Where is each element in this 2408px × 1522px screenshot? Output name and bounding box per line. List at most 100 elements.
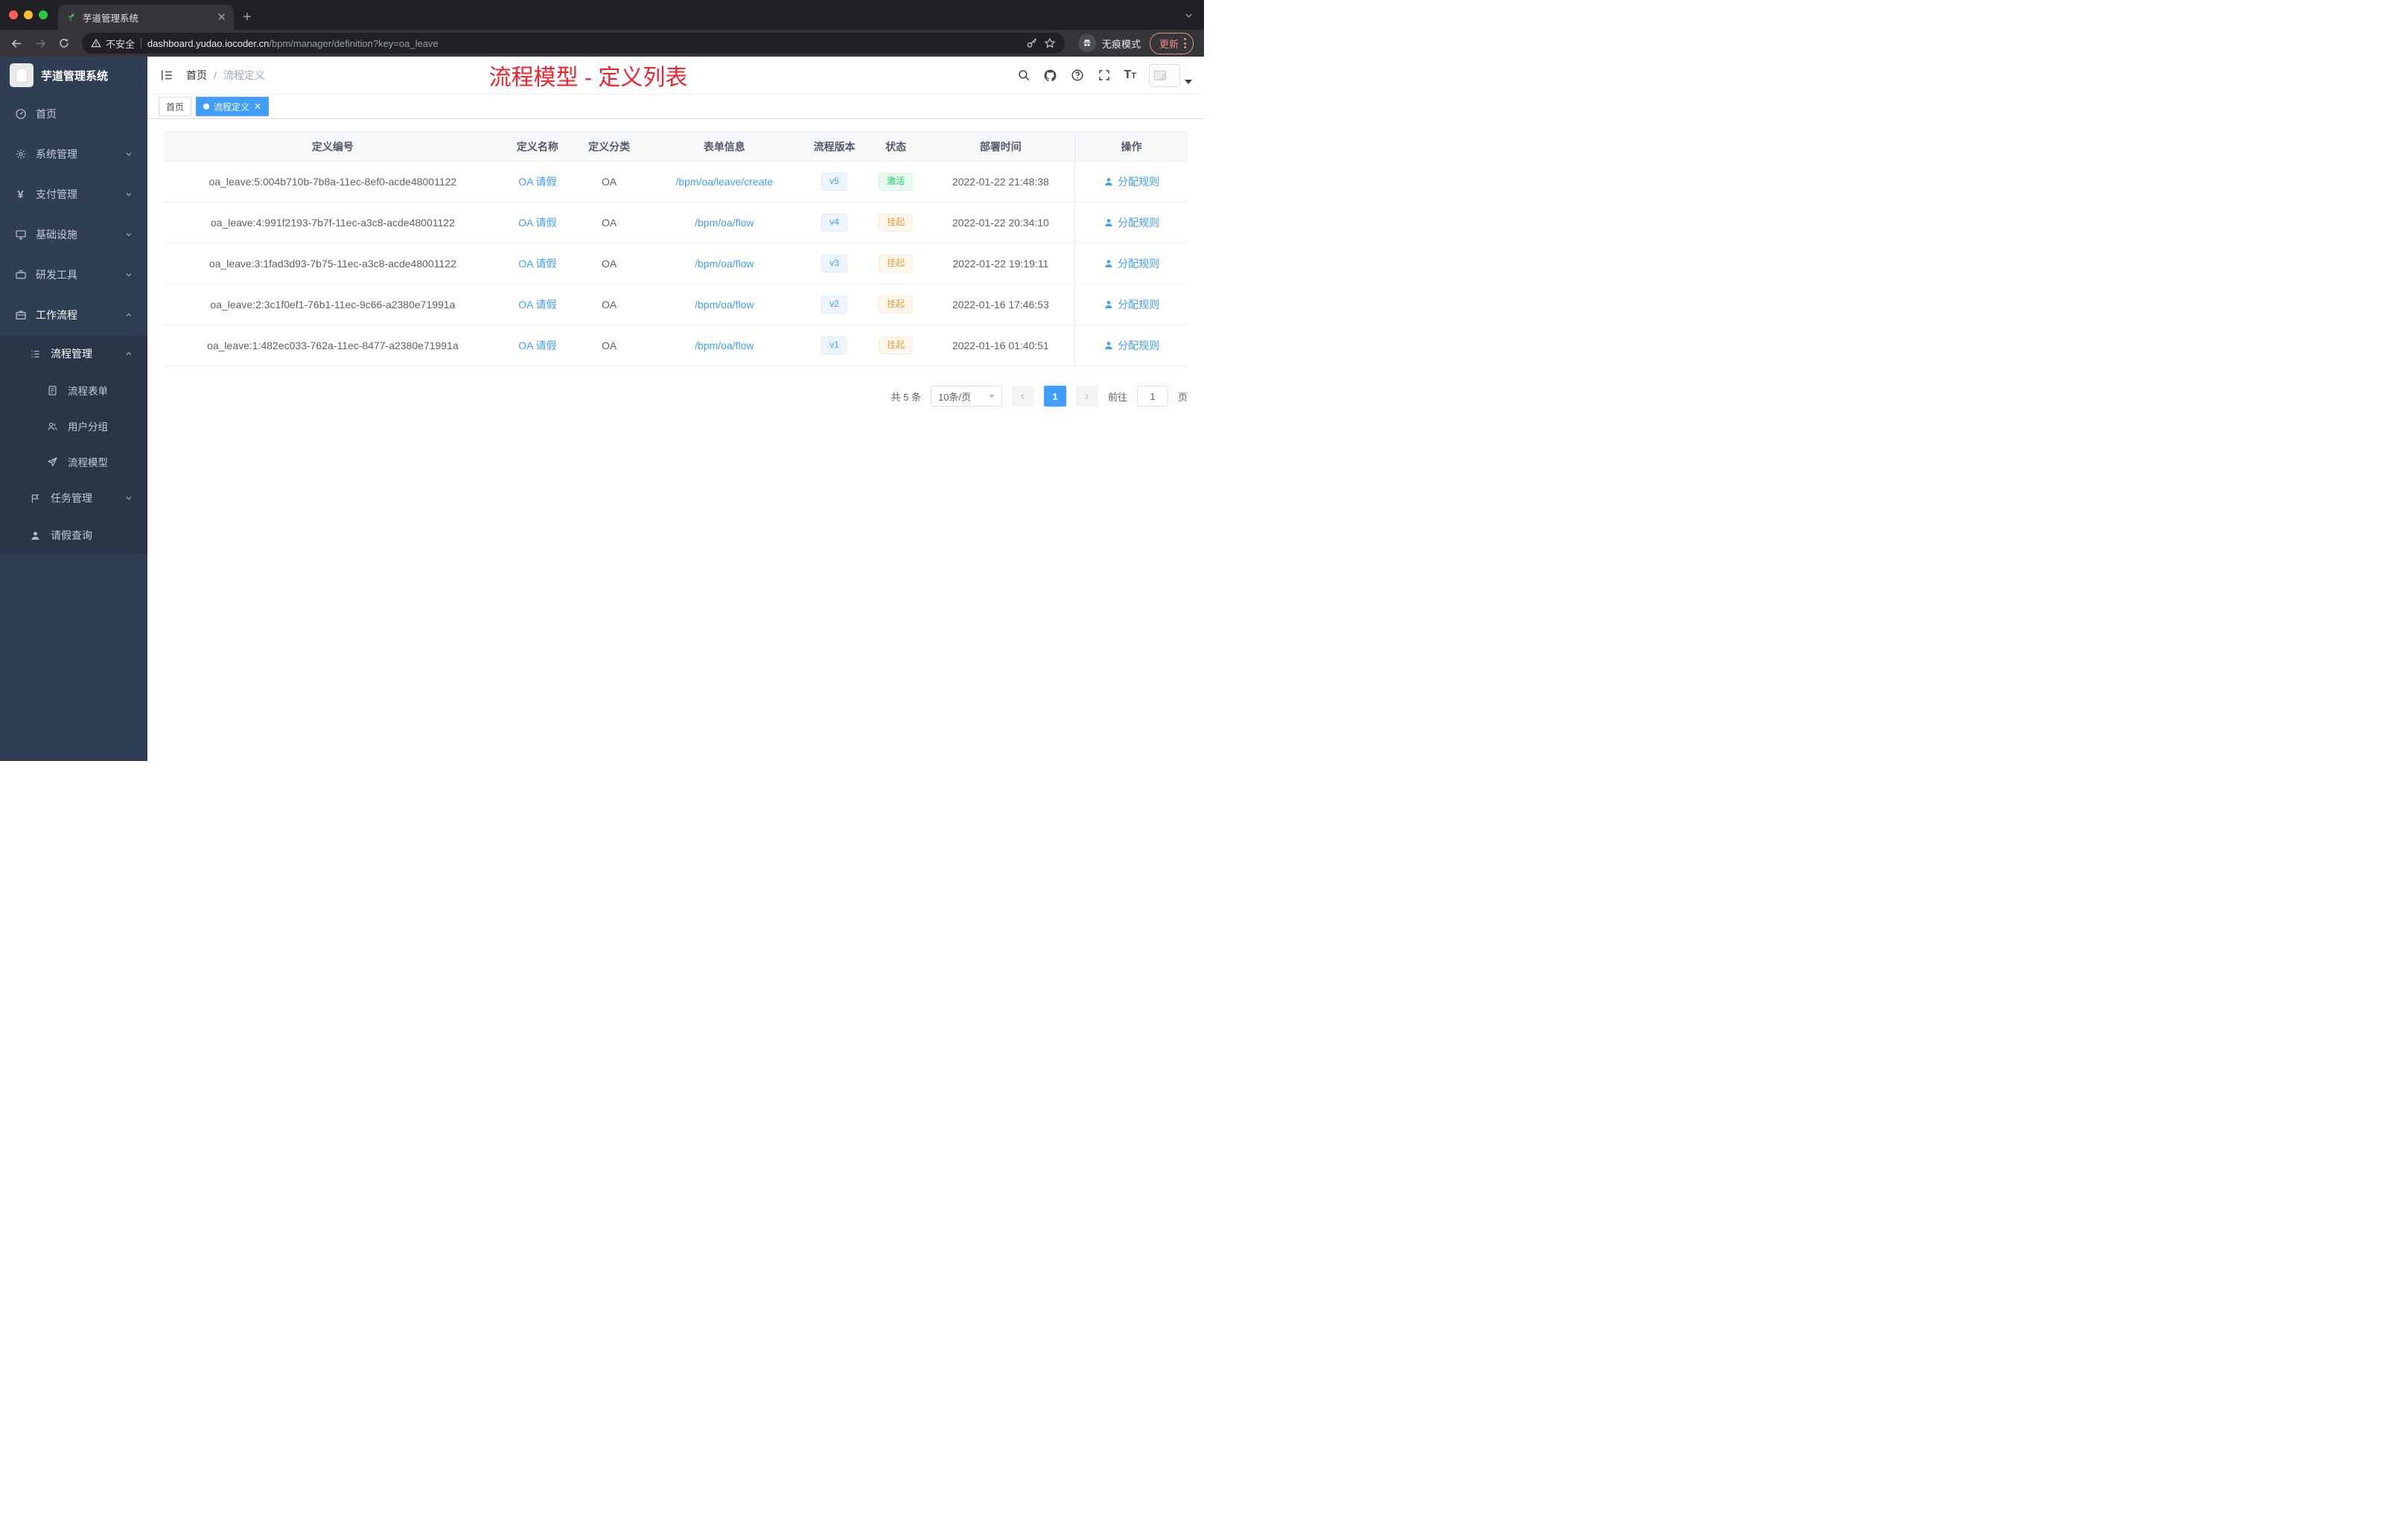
assign-rule-link[interactable]: 分配规则 bbox=[1103, 338, 1159, 353]
table-row: oa_leave:3:1fad3d93-7b75-11ec-a3c8-acde4… bbox=[164, 243, 1188, 284]
sidebar-item-system[interactable]: 系统管理 bbox=[0, 134, 147, 174]
tab-search-chevron-icon[interactable] bbox=[1184, 0, 1194, 30]
security-chip[interactable]: 不安全 bbox=[91, 36, 135, 51]
breadcrumb-home[interactable]: 首页 bbox=[186, 68, 207, 83]
definition-id: oa_leave:1:482ec033-762a-11ec-8477-a2380… bbox=[164, 325, 502, 366]
search-icon[interactable] bbox=[1016, 69, 1031, 83]
warning-triangle-icon bbox=[91, 38, 101, 48]
col-process-version: 流程版本 bbox=[803, 131, 865, 162]
prev-page-button[interactable] bbox=[1011, 386, 1034, 407]
bookmark-star-icon[interactable] bbox=[1044, 37, 1056, 49]
forward-button[interactable] bbox=[30, 33, 51, 54]
col-form-info: 表单信息 bbox=[645, 131, 804, 162]
sidebar-item-process-model[interactable]: 流程模型 bbox=[0, 444, 147, 480]
sidebar-item-payment[interactable]: ¥ 支付管理 bbox=[0, 174, 147, 214]
person-icon bbox=[29, 529, 42, 542]
page-size-select[interactable]: 10条/页 bbox=[930, 386, 1002, 407]
definition-name: OA 请假 bbox=[501, 325, 573, 366]
chevron-down-icon bbox=[126, 233, 132, 237]
col-definition-id: 定义编号 bbox=[164, 131, 502, 162]
help-question-icon[interactable] bbox=[1070, 69, 1084, 83]
page-number-button[interactable]: 1 bbox=[1043, 386, 1066, 407]
address-bar[interactable]: 不安全 dashboard.yudao.iocoder.cn/bpm/manag… bbox=[82, 33, 1065, 54]
select-caret-icon bbox=[988, 394, 995, 398]
sidebar-item-user-group[interactable]: 用户分组 bbox=[0, 408, 147, 444]
process-version: v1 bbox=[803, 325, 865, 366]
assign-rule-link[interactable]: 分配规则 bbox=[1103, 174, 1159, 189]
navbar-actions: TT bbox=[1016, 63, 1192, 87]
assign-rule-link[interactable]: 分配规则 bbox=[1103, 256, 1159, 271]
sidebar-item-leave-query[interactable]: 请假查询 bbox=[0, 517, 147, 554]
page-content: 定义编号 定义名称 定义分类 表单信息 流程版本 状态 部署时间 操作 oa_l… bbox=[147, 119, 1204, 761]
tag-close-icon[interactable]: ✕ bbox=[254, 102, 261, 111]
github-icon[interactable] bbox=[1043, 69, 1057, 83]
toolbox-icon bbox=[14, 269, 27, 281]
process-version: v3 bbox=[803, 243, 865, 284]
sidebar-fold-icon[interactable] bbox=[159, 68, 174, 83]
breadcrumb-current: 流程定义 bbox=[223, 69, 265, 81]
url-domain: dashboard.yudao.iocoder.cn bbox=[147, 37, 270, 49]
new-tab-button[interactable]: + bbox=[234, 4, 261, 30]
sidebar-item-task-management[interactable]: 任务管理 bbox=[0, 480, 147, 517]
form-info: /bpm/oa/flow bbox=[645, 202, 804, 243]
table-row: oa_leave:1:482ec033-762a-11ec-8477-a2380… bbox=[164, 325, 1188, 366]
sidebar-item-home[interactable]: 首页 bbox=[0, 94, 147, 134]
browser-tab[interactable]: 芋道管理系统 ✕ bbox=[58, 4, 234, 30]
version-badge: v1 bbox=[821, 337, 847, 354]
chevron-down-icon bbox=[126, 153, 132, 156]
form-info: /bpm/oa/flow bbox=[645, 284, 804, 325]
form-link[interactable]: /bpm/oa/flow bbox=[695, 258, 754, 270]
user-menu[interactable] bbox=[1149, 63, 1192, 87]
status: 挂起 bbox=[864, 325, 927, 366]
window-controls bbox=[9, 0, 58, 30]
assign-rule-link[interactable]: 分配规则 bbox=[1103, 297, 1159, 312]
assign-rule-link[interactable]: 分配规则 bbox=[1103, 215, 1159, 230]
zoom-window-button[interactable] bbox=[39, 10, 48, 19]
status-badge: 挂起 bbox=[879, 214, 914, 232]
security-label: 不安全 bbox=[106, 38, 136, 50]
paper-plane-icon bbox=[46, 456, 59, 468]
sidebar-item-infrastructure[interactable]: 基础设施 bbox=[0, 214, 147, 255]
form-link[interactable]: /bpm/oa/leave/create bbox=[675, 176, 773, 188]
person-icon bbox=[1105, 301, 1112, 308]
font-size-icon[interactable]: TT bbox=[1124, 69, 1136, 81]
action-cell: 分配规则 bbox=[1074, 284, 1188, 325]
back-button[interactable] bbox=[6, 33, 27, 54]
update-button[interactable]: 更新 bbox=[1149, 32, 1194, 54]
password-key-icon[interactable] bbox=[1026, 37, 1038, 49]
sidebar-item-process-form[interactable]: 流程表单 bbox=[0, 372, 147, 408]
tab-close-icon[interactable]: ✕ bbox=[217, 12, 226, 23]
minimize-window-button[interactable] bbox=[24, 10, 33, 19]
fullscreen-icon[interactable] bbox=[1097, 69, 1111, 83]
definition-id: oa_leave:4:991f2193-7b7f-11ec-a3c8-acde4… bbox=[164, 202, 502, 243]
monitor-icon bbox=[14, 229, 27, 241]
breadcrumb: 首页 / 流程定义 bbox=[186, 68, 265, 83]
definition-name: OA 请假 bbox=[501, 284, 573, 325]
form-link[interactable]: /bpm/oa/flow bbox=[695, 340, 754, 351]
sidebar-item-dev-tools[interactable]: 研发工具 bbox=[0, 255, 147, 295]
form-info: /bpm/oa/flow bbox=[645, 243, 804, 284]
col-action: 操作 bbox=[1074, 131, 1188, 162]
chevron-down-icon bbox=[126, 193, 132, 197]
close-window-button[interactable] bbox=[9, 10, 18, 19]
col-definition-category: 定义分类 bbox=[573, 131, 646, 162]
reload-button[interactable] bbox=[54, 33, 74, 54]
action-cell: 分配规则 bbox=[1074, 243, 1188, 284]
table-row: oa_leave:4:991f2193-7b7f-11ec-a3c8-acde4… bbox=[164, 202, 1188, 243]
col-deploy-time: 部署时间 bbox=[926, 131, 1075, 162]
definition-id: oa_leave:3:1fad3d93-7b75-11ec-a3c8-acde4… bbox=[164, 243, 502, 284]
sidebar-item-workflow[interactable]: 工作流程 bbox=[0, 295, 147, 335]
form-link[interactable]: /bpm/oa/flow bbox=[695, 217, 754, 229]
person-icon bbox=[1105, 219, 1112, 226]
tag-home[interactable]: 首页 bbox=[159, 97, 192, 116]
definition-category: OA bbox=[573, 161, 646, 203]
form-link[interactable]: /bpm/oa/flow bbox=[695, 299, 754, 311]
sidebar-item-process-management[interactable]: 流程管理 bbox=[0, 335, 147, 372]
navbar: 首页 / 流程定义 流程模型 - 定义列表 TT bbox=[147, 57, 1204, 94]
chevron-up-icon bbox=[126, 313, 132, 316]
goto-page-input[interactable] bbox=[1136, 386, 1168, 407]
table-row: oa_leave:2:3c1f0ef1-76b1-11ec-9c66-a2380… bbox=[164, 284, 1188, 325]
next-page-button[interactable] bbox=[1075, 386, 1098, 407]
deploy-time: 2022-01-22 20:34:10 bbox=[926, 202, 1075, 243]
tag-process-definition[interactable]: 流程定义 ✕ bbox=[196, 97, 270, 116]
